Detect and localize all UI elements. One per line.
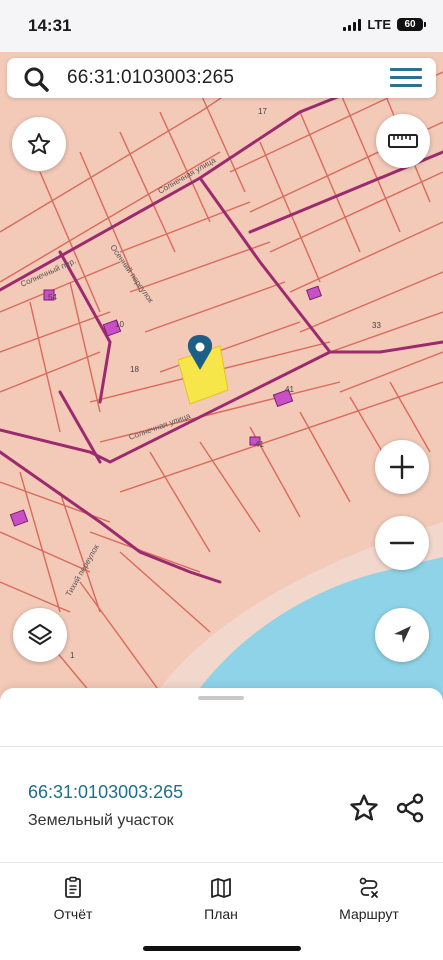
divider xyxy=(0,746,443,747)
tab-plan[interactable]: План xyxy=(166,876,276,924)
roads xyxy=(0,90,443,584)
sheet-drag-handle[interactable] xyxy=(198,696,244,700)
plot-number: 41 xyxy=(255,440,264,449)
layers-button[interactable] xyxy=(13,608,67,662)
map-plan-icon xyxy=(211,878,231,898)
favorites-button[interactable] xyxy=(12,117,66,171)
tab-route[interactable]: Маршрут xyxy=(314,876,424,924)
battery-level: 60 xyxy=(404,19,416,30)
location-arrow-icon xyxy=(394,626,411,643)
plot-number: 1 xyxy=(70,651,75,660)
report-icon xyxy=(65,876,81,898)
status-time: 14:31 xyxy=(28,16,72,35)
route-icon xyxy=(359,877,378,898)
zoom-in-icon xyxy=(389,454,415,480)
parcel-info-sheet[interactable]: 66:31:0103003:265 Земельный участок Отчё… xyxy=(0,688,443,960)
plot-number: 41 xyxy=(285,385,294,394)
search-icon[interactable] xyxy=(23,66,49,92)
layers-icon xyxy=(28,624,52,645)
signal-icon xyxy=(343,18,362,31)
network-type: LTE xyxy=(367,17,391,32)
plot-number: 33 xyxy=(372,321,381,330)
street-label: Осенний переулок xyxy=(108,243,155,305)
home-indicator[interactable] xyxy=(143,946,301,951)
search-input[interactable]: 66:31:0103003:265 xyxy=(67,67,234,89)
status-indicators: LTE 60 xyxy=(343,17,426,32)
plot-number: 10 xyxy=(115,320,124,329)
search-bar[interactable]: 66:31:0103003:265 xyxy=(7,58,436,98)
tab-route-label: Маршрут xyxy=(339,906,399,922)
tab-report[interactable]: Отчёт xyxy=(18,876,128,924)
plot-number: 54 xyxy=(48,293,57,302)
add-favorite-star-icon[interactable] xyxy=(348,792,380,824)
plot-number: 18 xyxy=(130,365,139,374)
parcel-type: Земельный участок xyxy=(28,812,174,829)
my-location-button[interactable] xyxy=(375,608,429,662)
tab-report-label: Отчёт xyxy=(53,906,93,922)
share-icon[interactable] xyxy=(394,792,426,824)
zoom-out-icon xyxy=(389,541,415,545)
plot-number: 17 xyxy=(258,107,267,116)
cadastral-number[interactable]: 66:31:0103003:265 xyxy=(28,782,183,803)
star-icon xyxy=(27,133,51,155)
menu-icon[interactable] xyxy=(390,68,422,88)
buildings xyxy=(9,285,322,527)
ruler-button[interactable] xyxy=(376,114,430,168)
divider xyxy=(0,862,443,863)
ruler-icon xyxy=(388,134,418,148)
battery-icon: 60 xyxy=(397,18,426,31)
tab-plan-label: План xyxy=(204,906,238,922)
zoom-in-button[interactable] xyxy=(375,440,429,494)
status-bar: 14:31 LTE 60 xyxy=(0,0,443,52)
street-label: Тихий переулок xyxy=(64,543,101,598)
zoom-out-button[interactable] xyxy=(375,516,429,570)
